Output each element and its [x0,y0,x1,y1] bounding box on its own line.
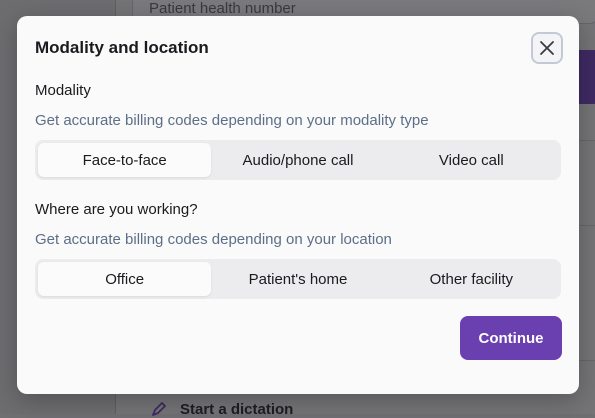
location-description: Get accurate billing codes depending on … [35,231,392,248]
location-label: Where are you working? [35,201,198,218]
modality-location-dialog: Modality and location Modality Get accur… [17,16,579,394]
pen-icon [152,402,166,416]
modality-label: Modality [35,82,91,99]
close-button[interactable] [531,32,563,64]
modality-description: Get accurate billing codes depending on … [35,112,429,129]
close-icon [540,41,554,55]
location-option-other-facility[interactable]: Other facility [385,262,558,296]
patient-health-number-placeholder: Patient health number [149,0,296,17]
start-dictation-item: Start a dictation [150,400,293,418]
location-segmented-control: Office Patient's home Other facility [35,259,561,299]
start-dictation-label: Start a dictation [180,400,294,418]
location-option-office[interactable]: Office [38,262,212,296]
modality-option-video[interactable]: Video call [385,143,558,177]
modality-segmented-control: Face-to-face Audio/phone call Video call [35,140,561,180]
continue-button[interactable]: Continue [460,316,562,360]
location-option-patients-home[interactable]: Patient's home [211,262,384,296]
modality-option-audio-phone[interactable]: Audio/phone call [211,143,384,177]
dialog-title: Modality and location [35,38,209,57]
modality-option-face-to-face[interactable]: Face-to-face [38,143,212,177]
